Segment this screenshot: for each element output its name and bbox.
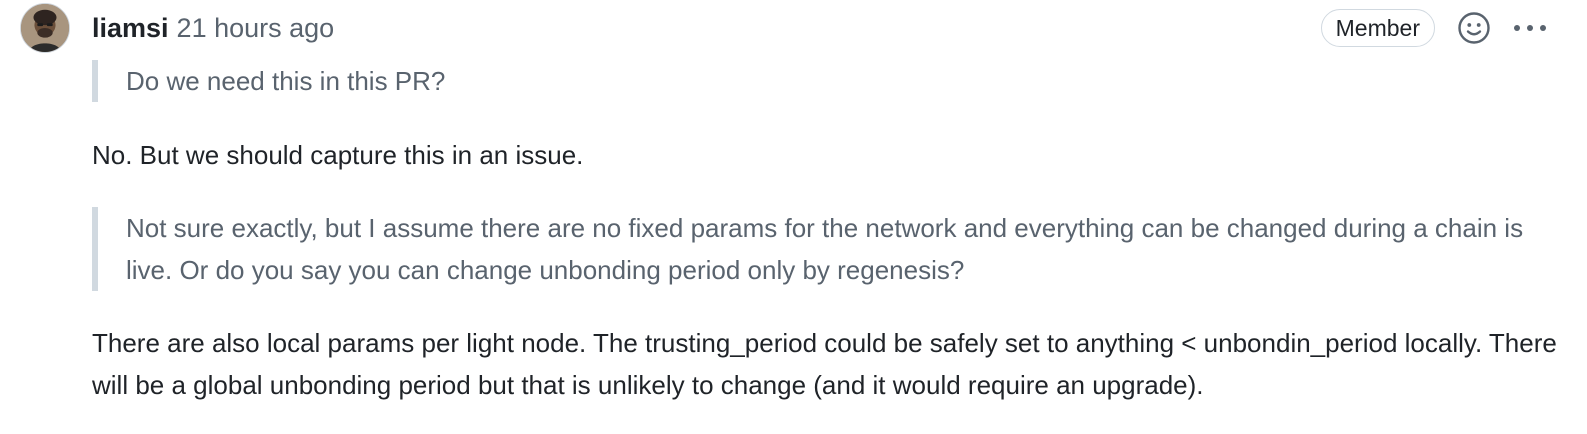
blockquote: Not sure exactly, but I assume there are… <box>92 207 1552 291</box>
comment: liamsi 21 hours ago Member Do we need th… <box>0 0 1587 434</box>
author-avatar[interactable] <box>20 3 70 53</box>
comment-timestamp[interactable]: 21 hours ago <box>177 13 335 44</box>
blockquote: Do we need this in this PR? <box>92 60 1552 102</box>
smiley-icon[interactable] <box>1457 11 1491 45</box>
author-name[interactable]: liamsi <box>92 13 169 44</box>
avatar-image <box>21 4 69 52</box>
kebab-horizontal-icon[interactable] <box>1513 23 1547 33</box>
comment-actions: Member <box>1320 8 1547 48</box>
body-paragraph: There are also local params per light no… <box>92 328 1557 400</box>
body-paragraph: No. But we should capture this in an iss… <box>92 140 584 170</box>
comment-header: liamsi 21 hours ago <box>92 8 334 48</box>
member-badge: Member <box>1320 9 1435 47</box>
